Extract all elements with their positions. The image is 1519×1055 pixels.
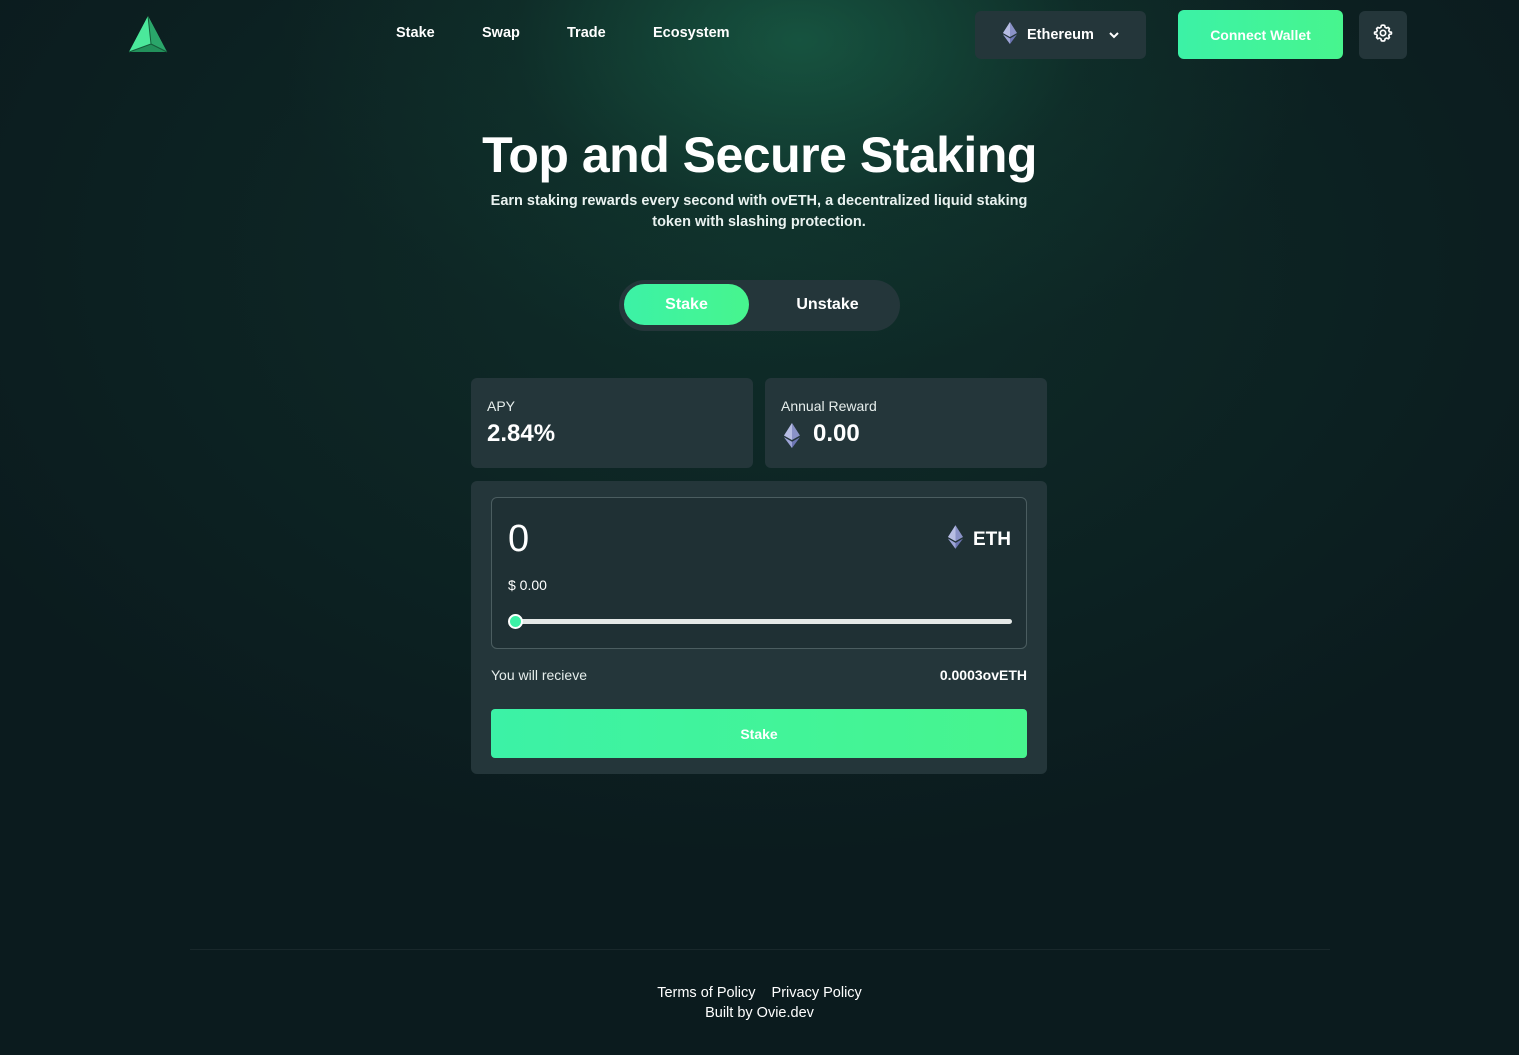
nav-ecosystem[interactable]: Ecosystem [653,25,730,41]
nav-stake[interactable]: Stake [396,25,435,41]
tab-stake[interactable]: Stake [624,284,749,325]
ethereum-icon [948,525,963,555]
page-subtitle: Earn staking rewards every second with o… [490,193,1028,230]
settings-button[interactable] [1359,11,1407,59]
annual-reward-label: Annual Reward [781,398,877,414]
apy-label: APY [487,398,516,414]
terms-link[interactable]: Terms of Policy [657,985,755,1001]
annual-reward-value: 0.00 [813,420,860,447]
network-selector[interactable]: Ethereum [975,11,1146,59]
nav-swap[interactable]: Swap [482,25,520,41]
receive-label: You will recieve [491,667,587,683]
amount-slider-handle[interactable] [508,614,523,629]
connect-wallet-button[interactable]: Connect Wallet [1178,10,1343,59]
footer-divider [190,949,1330,950]
amount-input[interactable] [508,518,808,561]
stake-button[interactable]: Stake [491,709,1027,758]
footer-links: Terms of Policy Privacy Policy [0,985,1519,1001]
page-title: Top and Secure Staking [482,127,1037,183]
amount-slider-track[interactable] [515,619,1012,624]
built-by-link[interactable]: Ovie.dev [757,1005,814,1021]
amount-input-box: ETH $ 0.00 [491,497,1027,649]
gear-icon [1373,23,1393,48]
ethereum-icon [1003,22,1017,48]
nav-trade[interactable]: Trade [567,25,606,41]
stake-unstake-toggle: Stake Unstake [619,280,900,331]
built-by-prefix: Built by [705,1005,757,1021]
apy-value: 2.84% [487,420,556,447]
network-label: Ethereum [1027,27,1094,43]
built-by-credit: Built by Ovie.dev [0,1005,1519,1021]
privacy-link[interactable]: Privacy Policy [772,985,862,1001]
tab-unstake[interactable]: Unstake [765,284,890,325]
ethereum-icon [784,423,800,453]
usd-value: $ 0.00 [508,577,547,593]
receive-value: 0.0003ovETH [939,667,1027,683]
token-display: ETH [948,525,1011,555]
pyramid-logo[interactable] [127,14,169,56]
annual-reward-card: Annual Reward 0.00 [765,378,1047,468]
chevron-down-icon [1108,27,1120,43]
apy-card: APY 2.84% [471,378,753,468]
stake-panel: ETH $ 0.00 You will recieve 0.0003ovETH … [471,481,1047,774]
token-symbol: ETH [973,529,1011,550]
